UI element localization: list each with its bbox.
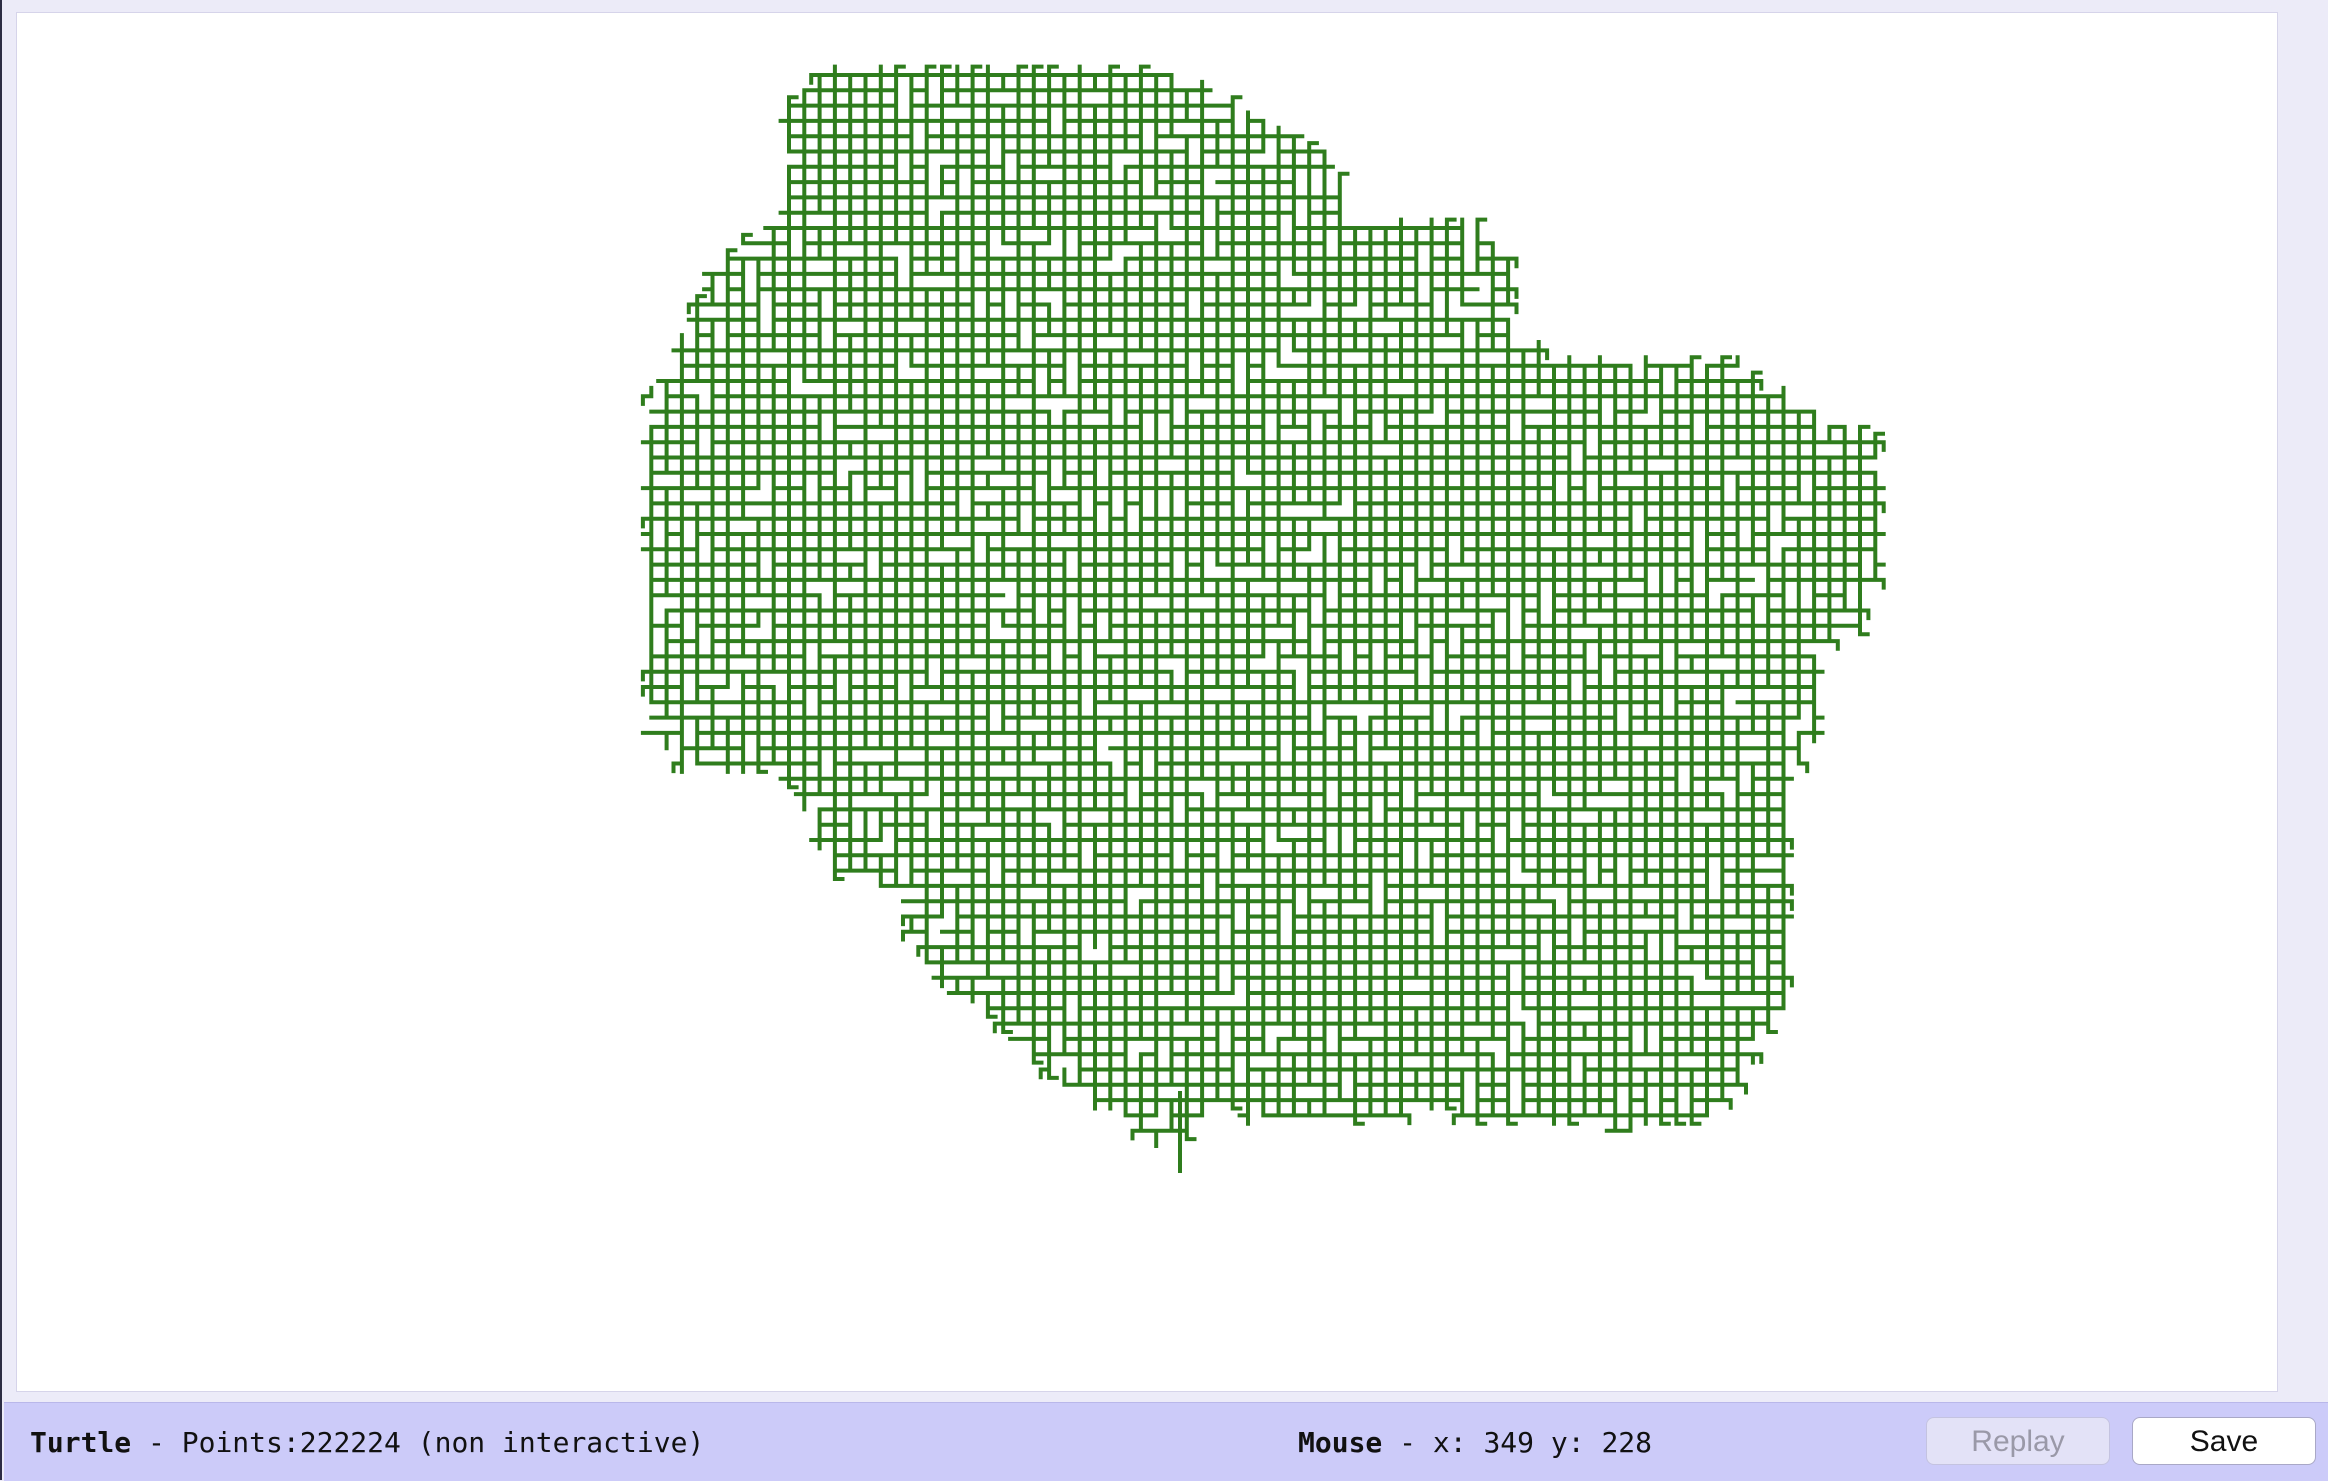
mouse-status: Mouse - x: 349 y: 228 <box>1298 1423 1652 1463</box>
drawing-canvas[interactable] <box>16 12 2278 1392</box>
random-walk-drawing <box>640 64 1886 1173</box>
status-bar: Turtle - Points:222224 (non interactive)… <box>4 1402 2328 1481</box>
turtle-status-text: - Points:222224 (non interactive) <box>131 1426 705 1459</box>
replay-button[interactable]: Replay <box>1926 1417 2110 1465</box>
mouse-status-label: Mouse <box>1298 1426 1383 1459</box>
turtle-status: Turtle - Points:222224 (non interactive) <box>30 1423 704 1463</box>
save-button[interactable]: Save <box>2132 1417 2316 1465</box>
turtle-window: Turtle - Points:222224 (non interactive)… <box>0 0 2328 1481</box>
mouse-coordinates: - x: 349 y: 228 <box>1382 1426 1653 1459</box>
turtle-path <box>640 64 1886 1173</box>
turtle-status-label: Turtle <box>30 1426 132 1459</box>
